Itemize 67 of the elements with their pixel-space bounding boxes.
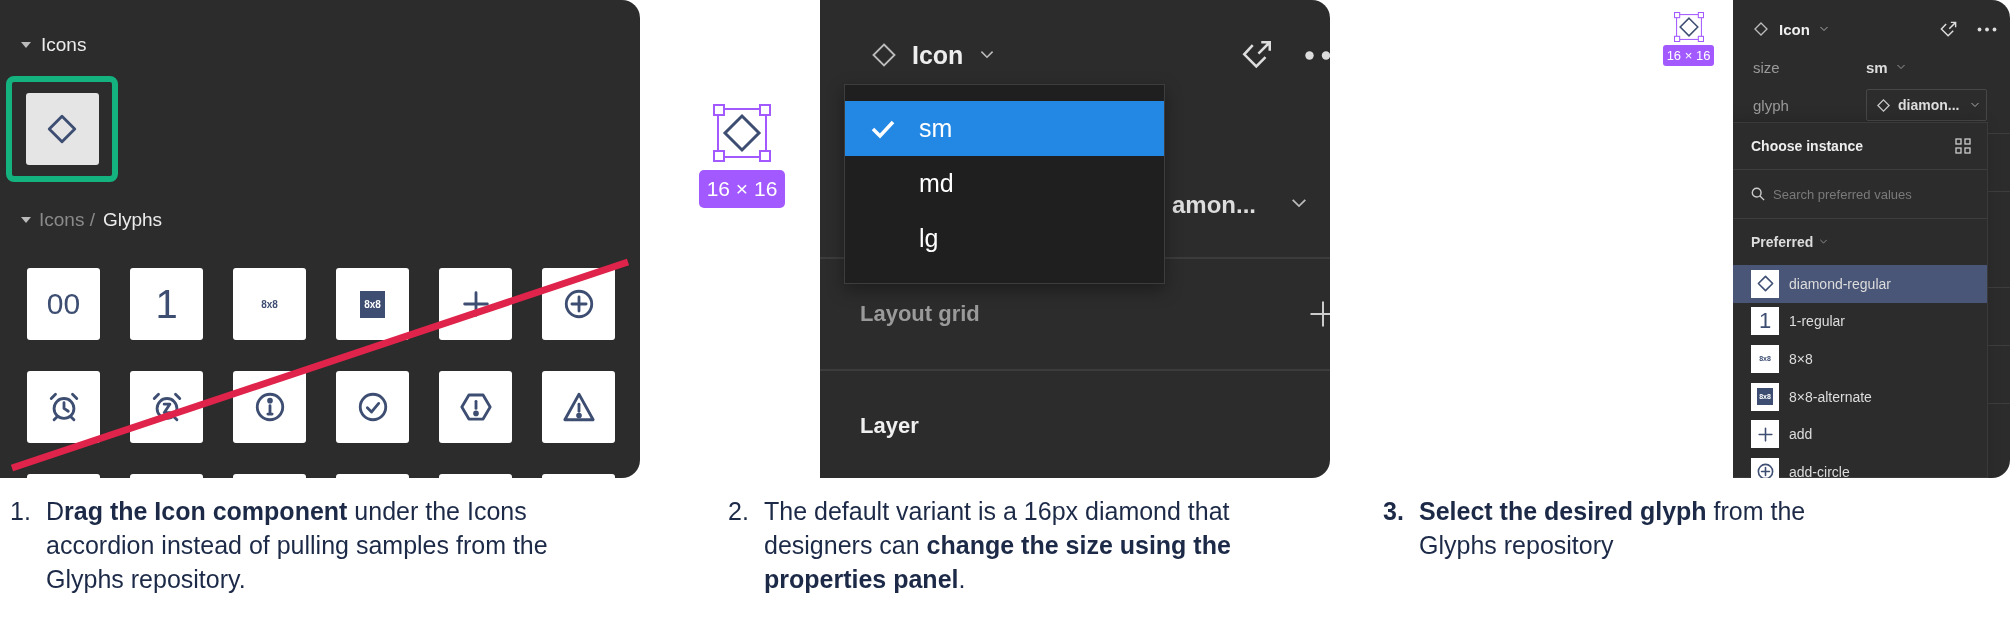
- group-title[interactable]: Preferred: [1751, 234, 1814, 250]
- chevron-down-icon: [1970, 102, 1980, 108]
- instance-option[interactable]: add-circle: [1733, 452, 1987, 478]
- glyph-tile[interactable]: [336, 371, 409, 443]
- glyph-tile[interactable]: [27, 371, 100, 443]
- more-icon[interactable]: [1977, 26, 1997, 32]
- field-value: diamon...: [1898, 97, 1960, 113]
- glyph-tile[interactable]: [233, 371, 306, 443]
- selected-diamond-icon[interactable]: [713, 104, 771, 162]
- size-badge: 16 × 16: [1662, 45, 1715, 66]
- section-path: Icons /: [39, 209, 95, 231]
- glyph-tile: 1: [1751, 307, 1779, 336]
- glyph-tile[interactable]: 1: [130, 268, 203, 340]
- section-title: Layer: [860, 413, 919, 439]
- instance-dropdown[interactable]: diamon...: [1866, 89, 1987, 121]
- check-icon: [871, 118, 895, 139]
- section-title: Layout grid: [860, 301, 980, 327]
- instance-option[interactable]: add: [1733, 415, 1987, 453]
- glyph-tile[interactable]: [439, 371, 512, 443]
- section-title[interactable]: Icons: [41, 34, 87, 56]
- diamond-icon: [1755, 274, 1775, 294]
- glyph-tile[interactable]: [439, 268, 512, 340]
- diamond-icon: [1753, 21, 1769, 37]
- step-text: The default variant is a 16px diamond that designers can change the size using the properties panel.: [764, 496, 1232, 595]
- size-badge: 16 × 16: [698, 170, 786, 208]
- chevron-down-icon: [1895, 64, 1906, 70]
- property-dropdown[interactable]: sm: [1866, 58, 1888, 76]
- section-title[interactable]: Glyphs: [103, 209, 163, 231]
- glyph-tile[interactable]: [542, 371, 615, 443]
- glyph-tile[interactable]: [130, 371, 203, 443]
- glyph-tile[interactable]: 8x8: [336, 268, 409, 340]
- disclosure-triangle-icon[interactable]: [21, 40, 31, 50]
- step-number: 1.: [10, 496, 32, 527]
- property-label: size: [1753, 58, 1781, 76]
- component-name[interactable]: Icon: [1779, 20, 1810, 38]
- chevron-down-icon: [1818, 26, 1829, 32]
- menu-item[interactable]: lg: [845, 211, 1164, 266]
- glyph-tile[interactable]: [542, 268, 615, 340]
- search-field[interactable]: Search preferred values: [1773, 186, 1973, 202]
- plus-icon: [1755, 424, 1775, 444]
- chevron-down-icon: [1819, 239, 1829, 245]
- glyph-value[interactable]: amon...: [1172, 191, 1256, 219]
- plus-icon[interactable]: [1308, 299, 1330, 329]
- step-number: 3.: [1383, 496, 1405, 527]
- step-text: Select the desired glyph from the Glyphs repository: [1419, 496, 1807, 561]
- menu-item[interactable]: sm: [845, 101, 1164, 156]
- diamond-icon: [870, 41, 898, 69]
- popup-title: Choose instance: [1751, 138, 1864, 154]
- diamond-icon: [1876, 97, 1891, 113]
- glyph-tile[interactable]: 8x8: [233, 268, 306, 340]
- property-label: glyph: [1753, 96, 1790, 114]
- component-name[interactable]: Icon: [912, 40, 964, 70]
- menu-item[interactable]: md: [845, 156, 1164, 211]
- diamond-icon: [45, 112, 79, 146]
- instance-option[interactable]: diamond-regular: [1733, 265, 1987, 303]
- disclosure-triangle-icon[interactable]: [21, 215, 31, 225]
- search-icon: [1751, 187, 1765, 201]
- warning-icon: [561, 390, 596, 424]
- step-number: 2.: [728, 496, 750, 527]
- chevron-down-icon: [979, 50, 996, 60]
- instance-option[interactable]: 1 1-regular: [1733, 302, 1987, 341]
- grid-view-icon[interactable]: [1955, 138, 1971, 154]
- component-tile[interactable]: [25, 93, 99, 165]
- component-link-icon[interactable]: [1939, 19, 1958, 39]
- step-text: Drag the Icon component under the Icons accordion instead of pulling samples from the Glyphs repository.: [46, 496, 549, 595]
- glyph-tile[interactable]: 00: [27, 268, 100, 340]
- chevron-down-icon: [1290, 198, 1308, 209]
